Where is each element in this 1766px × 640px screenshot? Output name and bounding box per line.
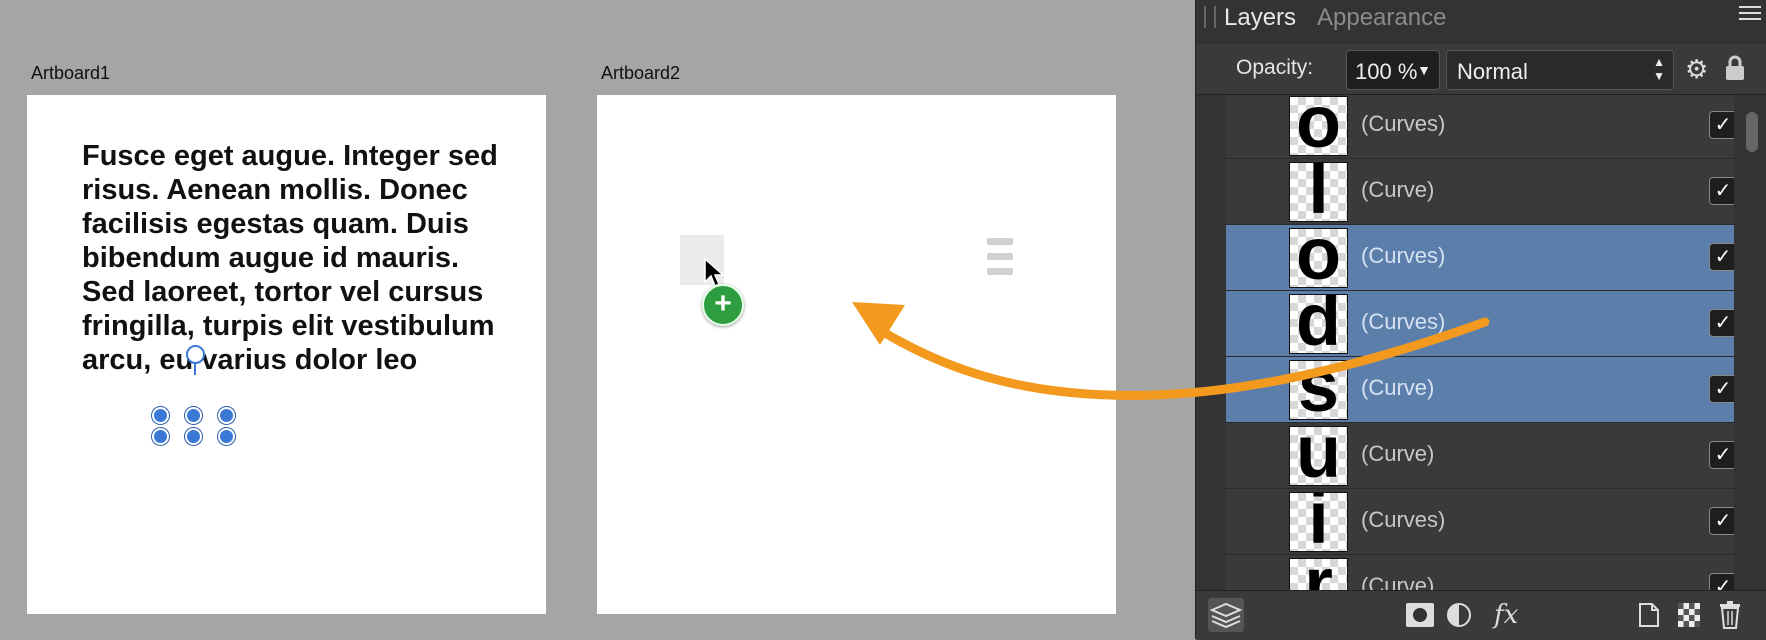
- artboard2-label: Artboard2: [601, 63, 681, 83]
- new-layer-icon[interactable]: [1638, 602, 1660, 628]
- layers-bottom-toolbar: fx: [1196, 590, 1766, 640]
- layer-thumbnail[interactable]: i: [1289, 492, 1348, 552]
- layer-row[interactable]: u (Curve) ✓: [1226, 423, 1734, 489]
- layer-name[interactable]: (Curves): [1361, 243, 1445, 269]
- visibility-checkbox[interactable]: ✓: [1709, 177, 1734, 205]
- blend-mode-value: Normal: [1457, 59, 1528, 84]
- layer-thumbnail-glyph: d: [1295, 294, 1342, 354]
- layer-name[interactable]: (Curve): [1361, 441, 1434, 467]
- artboard2[interactable]: [597, 95, 1116, 614]
- layer-thumbnail[interactable]: s: [1289, 360, 1348, 420]
- drag-add-badge-icon: +: [702, 284, 744, 326]
- selection-handle[interactable]: [218, 407, 235, 424]
- opacity-label: Opacity:: [1236, 56, 1314, 79]
- layer-row[interactable]: i (Curves) ✓: [1226, 489, 1734, 555]
- layer-name[interactable]: (Curve): [1361, 177, 1434, 203]
- artboard1-label: Artboard1: [31, 63, 111, 83]
- blend-mode-select[interactable]: Normal ▲ ▼: [1446, 50, 1674, 90]
- chevron-down-icon[interactable]: ▼: [1417, 62, 1431, 78]
- layers-panel: Layers Appearance Opacity: 100 % ▼ Norma…: [1195, 0, 1766, 640]
- tab-appearance[interactable]: Appearance: [1317, 4, 1446, 32]
- opacity-row: Opacity: 100 % ▼ Normal ▲ ▼ ⚙: [1196, 44, 1766, 95]
- visibility-checkbox[interactable]: ✓: [1709, 243, 1734, 271]
- layer-name[interactable]: (Curves): [1361, 111, 1445, 137]
- selection-handle[interactable]: [218, 428, 235, 445]
- trash-icon[interactable]: [1720, 601, 1740, 629]
- layer-thumbnail-glyph: o: [1295, 96, 1342, 156]
- layer-thumbnail[interactable]: d: [1289, 294, 1348, 354]
- layer-row[interactable]: o (Curves) ✓: [1226, 95, 1734, 159]
- layer-row[interactable]: r (Curve) ✓: [1226, 555, 1734, 590]
- visibility-checkbox[interactable]: ✓: [1709, 309, 1734, 337]
- layer-thumbnail-glyph: s: [1297, 360, 1340, 420]
- opacity-field[interactable]: 100 % ▼: [1346, 50, 1440, 90]
- layer-name[interactable]: (Curves): [1361, 507, 1445, 533]
- tab-layers[interactable]: Layers: [1224, 4, 1296, 32]
- layer-thumbnail-glyph: i: [1308, 492, 1329, 552]
- layer-row[interactable]: d (Curves) ✓: [1226, 291, 1734, 357]
- layer-row[interactable]: o (Curves) ✓: [1226, 225, 1734, 291]
- selection-handle[interactable]: [185, 428, 202, 445]
- layer-thumbnail[interactable]: o: [1289, 228, 1348, 288]
- selection-handle[interactable]: [152, 428, 169, 445]
- layers-scrollbar[interactable]: [1746, 112, 1758, 152]
- mask-icon[interactable]: [1406, 603, 1434, 627]
- panel-menu-icon[interactable]: [1739, 6, 1761, 24]
- panel-grip-icon[interactable]: [1204, 6, 1216, 28]
- visibility-checkbox[interactable]: ✓: [1709, 507, 1734, 535]
- fx-icon[interactable]: fx: [1494, 599, 1518, 631]
- layer-row[interactable]: s (Curve) ✓: [1226, 357, 1734, 423]
- selection-handle[interactable]: [152, 407, 169, 424]
- artboard1[interactable]: Fusce eget augue. Integer sed risus. Aen…: [27, 95, 546, 614]
- layer-thumbnail[interactable]: l: [1289, 162, 1348, 222]
- rotation-handle[interactable]: [186, 345, 205, 364]
- visibility-checkbox[interactable]: ✓: [1709, 375, 1734, 403]
- lock-icon[interactable]: [1724, 54, 1746, 82]
- layer-thumbnail-glyph: o: [1295, 228, 1342, 288]
- drag-preview-checkmarks: [987, 238, 1013, 283]
- layer-row[interactable]: l (Curve) ✓: [1226, 159, 1734, 225]
- layer-name[interactable]: (Curves): [1361, 309, 1445, 335]
- layer-thumbnail-glyph: u: [1295, 426, 1342, 486]
- gear-icon[interactable]: ⚙: [1685, 56, 1708, 82]
- adjustment-icon[interactable]: [1446, 602, 1472, 628]
- layer-thumbnail[interactable]: o: [1289, 96, 1348, 156]
- selection-handle[interactable]: [185, 407, 202, 424]
- layer-thumbnail[interactable]: r: [1289, 558, 1348, 590]
- artboard1-text[interactable]: Fusce eget augue. Integer sed risus. Aen…: [82, 139, 502, 377]
- updown-arrows-icon: ▲ ▼: [1653, 55, 1665, 83]
- visibility-checkbox[interactable]: ✓: [1709, 111, 1734, 139]
- visibility-checkbox[interactable]: ✓: [1709, 441, 1734, 469]
- layer-name[interactable]: (Curve): [1361, 375, 1434, 401]
- layer-name[interactable]: (Curve): [1361, 573, 1434, 590]
- opacity-value: 100 %: [1355, 59, 1418, 84]
- panel-tabs: Layers Appearance: [1224, 0, 1766, 38]
- layer-thumbnail-glyph: l: [1308, 162, 1329, 222]
- layer-thumbnail-glyph: r: [1290, 559, 1347, 590]
- pixel-layer-icon[interactable]: [1678, 603, 1700, 627]
- layers-stack-icon[interactable]: [1208, 598, 1244, 632]
- canvas[interactable]: Artboard1 Fusce eget augue. Integer sed …: [0, 0, 1195, 639]
- visibility-checkbox[interactable]: ✓: [1709, 573, 1734, 590]
- layers-list[interactable]: o (Curves) ✓ l (Curve) ✓ o (Curves) ✓ d (Curves) ✓ s…: [1226, 95, 1734, 590]
- layer-thumbnail[interactable]: u: [1289, 426, 1348, 486]
